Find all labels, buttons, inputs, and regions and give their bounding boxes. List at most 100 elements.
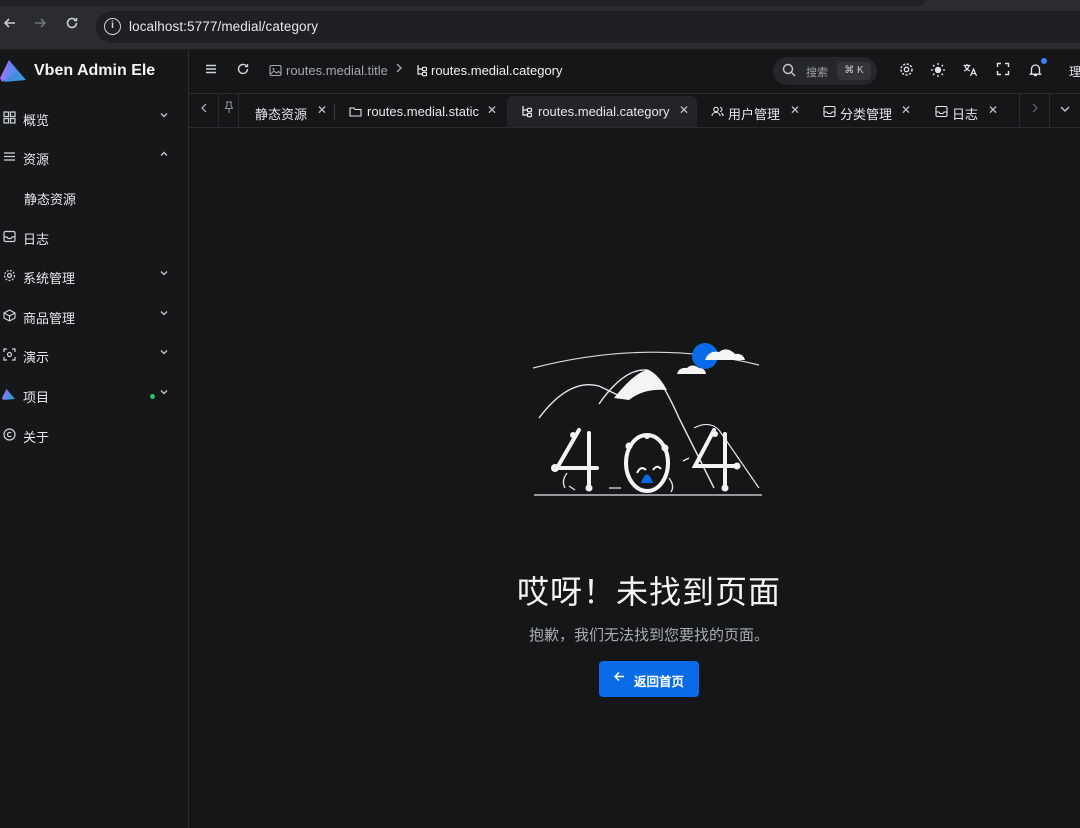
arrow-left-icon (613, 670, 626, 686)
error-title: 哎呀！未找到页面 (516, 574, 781, 610)
reload-icon[interactable] (62, 15, 82, 37)
tab-label: routes.medial.category (538, 104, 670, 119)
notification-dot (1041, 58, 1047, 64)
tabs-bar: 静态资源 ✕ routes.medial.static ✕ routes.med… (189, 94, 1080, 128)
sidebar-item-label: 演示 (23, 350, 50, 365)
menu-toggle-icon[interactable] (202, 62, 220, 80)
sidebar-item-system[interactable]: 系统管理 (0, 257, 189, 295)
main-content: 哎呀！未找到页面 抱歉，我们无法找到您要找的页面。 返回首页 (189, 128, 1080, 828)
tab-medial-category[interactable]: routes.medial.category ✕ (507, 96, 697, 127)
chevron-up-icon (158, 148, 172, 162)
tab-medial-static[interactable]: routes.medial.static ✕ (339, 96, 504, 127)
sidebar-item-label: 项目 (23, 390, 50, 405)
chevron-down-icon (158, 109, 172, 123)
close-icon[interactable]: ✕ (317, 103, 327, 117)
sidebar-item-label: 静态资源 (24, 192, 77, 207)
back-home-label: 返回首页 (634, 675, 685, 689)
image-icon (266, 63, 284, 81)
search-placeholder: 搜索 (806, 67, 828, 79)
sidebar-item-overview[interactable]: 概览 (0, 99, 189, 137)
search-icon (782, 63, 796, 77)
sidebar-item-static-resources[interactable]: 静态资源 (0, 178, 189, 216)
search-shortcut: ⌘ K (837, 62, 871, 80)
tab-label: 用户管理 (728, 107, 781, 122)
sidebar-item-about[interactable]: 关于 (0, 416, 189, 454)
chevron-down-icon (158, 386, 172, 400)
url-text: localhost:5777/medial/category (129, 19, 319, 34)
back-home-button[interactable]: 返回首页 (599, 661, 699, 697)
sidebar-item-label: 商品管理 (23, 311, 76, 326)
breadcrumb-current: routes.medial.category (431, 63, 563, 78)
sidebar-item-label: 概览 (23, 113, 50, 128)
close-icon[interactable]: ✕ (487, 103, 497, 117)
folder-icon (349, 107, 362, 117)
tab-user-management[interactable]: 用户管理 ✕ (701, 96, 809, 127)
sidebar-item-logs[interactable]: 日志 (0, 218, 189, 256)
refresh-icon[interactable] (234, 62, 252, 80)
top-header: routes.medial.title routes.medial.catego… (189, 50, 1080, 94)
tab-label: 分类管理 (840, 107, 893, 122)
sidebar-item-products[interactable]: 商品管理 (0, 297, 189, 335)
dashboard-icon (2, 111, 16, 125)
tab-label: 静态资源 (255, 107, 308, 122)
user-menu[interactable]: 理 (1069, 63, 1080, 80)
cube-icon (2, 309, 16, 323)
inbox-icon (935, 105, 948, 118)
status-dot (150, 394, 155, 399)
gear-icon (2, 269, 16, 283)
sidebar-item-label: 关于 (23, 430, 50, 445)
back-icon[interactable] (0, 15, 20, 37)
sidebar-item-label: 系统管理 (23, 271, 76, 286)
users-icon (711, 106, 724, 117)
menu-icon (2, 150, 16, 164)
gear-icon[interactable] (897, 62, 915, 80)
translate-icon[interactable] (961, 62, 979, 80)
close-icon[interactable]: ✕ (901, 103, 911, 117)
browser-tabstrip (0, 0, 925, 6)
theme-sun-icon[interactable] (929, 62, 947, 80)
fullscreen-icon[interactable] (994, 62, 1012, 80)
tree-icon (522, 106, 533, 118)
app-name: Vben Admin Ele (34, 62, 156, 79)
sidebar-item-label: 日志 (23, 232, 50, 247)
sidebar-item-label: 资源 (23, 152, 50, 167)
error-description: 抱歉，我们无法找到您要找的页面。 (528, 627, 769, 644)
tab-label: routes.medial.static (367, 104, 479, 119)
scan-icon (2, 348, 16, 362)
tab-static-resources[interactable]: 静态资源 ✕ (241, 96, 331, 127)
project-logo-icon (2, 388, 16, 402)
chevron-right-icon (394, 62, 404, 77)
browser-toolbar: i localhost:5777/medial/category (0, 0, 1080, 50)
inbox-icon (823, 105, 836, 118)
tree-icon (412, 63, 430, 81)
sidebar-item-project[interactable]: 项目 (0, 376, 189, 414)
forward-icon[interactable] (30, 15, 50, 37)
chevron-down-icon (158, 346, 172, 360)
app-logo[interactable]: Vben Admin Ele (0, 58, 189, 86)
search-button[interactable]: 搜索 ⌘ K (773, 57, 877, 85)
tab-label: 日志 (952, 107, 979, 122)
tab-divider (334, 104, 335, 120)
tabs-more-icon[interactable] (1049, 94, 1079, 127)
tab-category-management[interactable]: 分类管理 ✕ (813, 96, 917, 127)
sidebar-item-demo[interactable]: 演示 (0, 336, 189, 374)
chevron-down-icon (158, 267, 172, 281)
pin-icon[interactable] (219, 94, 239, 127)
bell-icon[interactable] (1026, 62, 1044, 80)
inbox-icon (2, 230, 16, 244)
close-icon[interactable]: ✕ (988, 103, 998, 117)
sidebar-item-resources[interactable]: 资源 (0, 138, 189, 176)
site-info-icon[interactable]: i (104, 18, 121, 35)
tab-logs[interactable]: 日志 ✕ (925, 96, 1007, 127)
breadcrumb-parent[interactable]: routes.medial.title (286, 63, 388, 78)
logo-icon (0, 60, 26, 82)
chevron-down-icon (158, 307, 172, 321)
tabs-scroll-right-icon[interactable] (1019, 94, 1049, 127)
copyright-icon (2, 428, 16, 442)
not-found-illustration (532, 343, 762, 496)
close-icon[interactable]: ✕ (790, 103, 800, 117)
tabs-scroll-left-icon[interactable] (189, 94, 219, 127)
close-icon[interactable]: ✕ (679, 103, 689, 117)
address-bar[interactable]: i localhost:5777/medial/category (96, 11, 1080, 43)
sidebar: Vben Admin Ele 概览 资源 静态资源 日志 系统管理 商品管理 演… (0, 50, 189, 828)
